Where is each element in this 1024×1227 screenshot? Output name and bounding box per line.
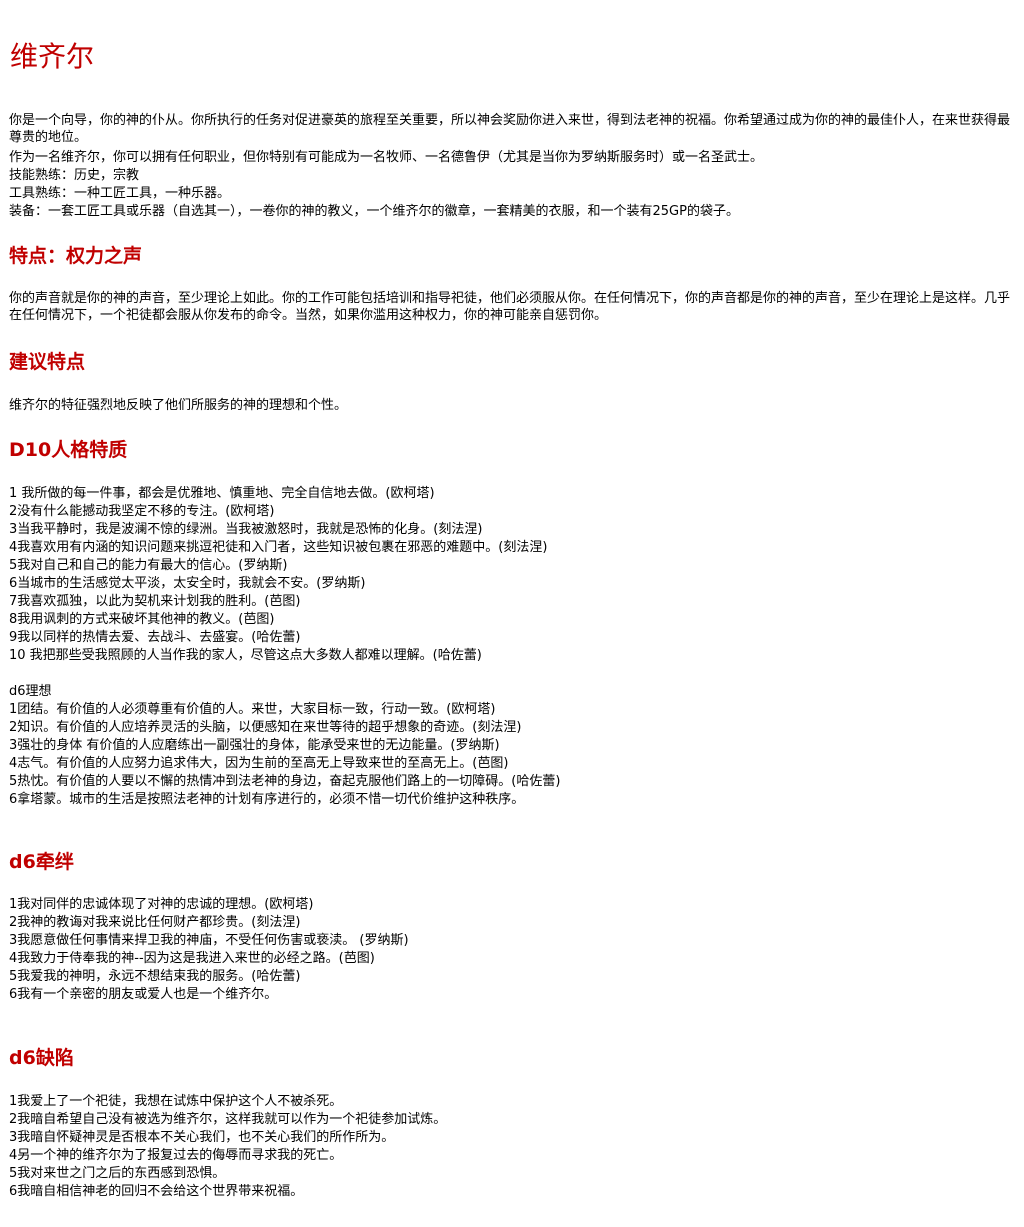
feature-paragraph: 你的声音就是你的神的声音，至少理论上如此。你的工作可能包括培训和指导祀徒，他们必… [9, 291, 1011, 323]
ideals-label: d6理想 [9, 684, 52, 699]
ideals-list: 1团结。有价值的人必须尊重有价值的人。来世，大家目标一致，行动一致。(欧柯塔) … [9, 701, 560, 809]
list-item: 4我致力于侍奉我的神--因为这是我进入来世的必经之路。(芭图) [9, 951, 375, 966]
list-item: 5我爱我的神明，永远不想结束我的服务。(哈佐蕾) [9, 969, 301, 984]
list-item: 6拿塔蒙。城市的生活是按照法老神的计划有序进行的，必须不惜一切代价维护这种秩序。 [9, 792, 525, 807]
list-item: 3强壮的身体 有价值的人应磨练出一副强壮的身体，能承受来世的无边能量。(罗纳斯) [9, 738, 500, 753]
list-item: 2我神的教诲对我来说比任何财产都珍贵。(刻法涅) [9, 915, 301, 930]
flaws-heading: d6缺陷 [9, 1047, 74, 1069]
bonds-list: 1我对同伴的忠诚体现了对神的忠诚的理想。(欧柯塔) 2我神的教诲对我来说比任何财… [9, 896, 409, 1004]
feature-heading: 特点：权力之声 [9, 245, 143, 267]
list-item: 2我暗自希望自己没有被选为维齐尔，这样我就可以作为一个祀徒参加试炼。 [9, 1112, 447, 1127]
intro-line: 作为一名维齐尔，你可以拥有任何职业，但你特别有可能成为一名牧师、一名德鲁伊（尤其… [9, 150, 764, 165]
intro-paragraph: 你是一个向导，你的神的仆从。你所执行的任务对促进豪英的旅程至关重要，所以神会奖励… [9, 113, 1011, 145]
list-item: 6我暗自相信神老的回归不会给这个世界带来祝福。 [9, 1184, 304, 1199]
suggested-text: 维齐尔的特征强烈地反映了他们所服务的神的理想和个性。 [9, 398, 348, 413]
personality-heading: D10人格特质 [9, 439, 128, 461]
list-item: 9我以同样的热情去爱、去战斗、去盛宴。(哈佐蕾) [9, 630, 301, 645]
list-item: 2没有什么能撼动我坚定不移的专注。(欧柯塔) [9, 504, 275, 519]
intro-line: 工具熟练：一种工匠工具，一种乐器。 [9, 186, 231, 201]
flaws-list: 1我爱上了一个祀徒，我想在试炼中保护这个人不被杀死。 2我暗自希望自己没有被选为… [9, 1093, 446, 1201]
list-item: 4志气。有价值的人应努力追求伟大，因为生前的至高无上导致来世的至高无上。(芭图) [9, 756, 509, 771]
list-item: 3我暗自怀疑神灵是否根本不关心我们，也不关心我们的所作所为。 [9, 1130, 395, 1145]
intro-line: 技能熟练：历史，宗教 [9, 168, 140, 183]
bonds-heading: d6牵绊 [9, 851, 74, 873]
intro-line: 装备：一套工匠工具或乐器（自选其一），一卷你的神的教义，一个维齐尔的徽章，一套精… [9, 204, 739, 219]
list-item: 4另一个神的维齐尔为了报复过去的侮辱而寻求我的死亡。 [9, 1148, 343, 1163]
list-item: 3我愿意做任何事情来捍卫我的神庙，不受任何伤害或亵渎。 (罗纳斯) [9, 933, 409, 948]
list-item: 6当城市的生活感觉太平淡，太安全时，我就会不安。(罗纳斯) [9, 576, 366, 591]
list-item: 5我对来世之门之后的东西感到恐惧。 [9, 1166, 226, 1181]
suggested-heading: 建议特点 [9, 351, 86, 373]
list-item: 1我对同伴的忠诚体现了对神的忠诚的理想。(欧柯塔) [9, 897, 314, 912]
list-item: 2知识。有价值的人应培养灵活的头脑，以便感知在来世等待的超乎想象的奇迹。(刻法涅… [9, 720, 522, 735]
personality-list: 1 我所做的每一件事，都会是优雅地、慎重地、完全自信地去做。(欧柯塔) 2没有什… [9, 485, 547, 665]
list-item: 1团结。有价值的人必须尊重有价值的人。来世，大家目标一致，行动一致。(欧柯塔) [9, 702, 496, 717]
page-title: 维齐尔 [10, 40, 95, 73]
list-item: 1 我所做的每一件事，都会是优雅地、慎重地、完全自信地去做。(欧柯塔) [9, 486, 435, 501]
list-item: 7我喜欢孤独，以此为契机来计划我的胜利。(芭图) [9, 594, 301, 609]
document-page: 维齐尔 你是一个向导，你的神的仆从。你所执行的任务对促进豪英的旅程至关重要，所以… [0, 0, 1024, 1227]
list-item: 1我爱上了一个祀徒，我想在试炼中保护这个人不被杀死。 [9, 1094, 343, 1109]
list-item: 8我用讽刺的方式来破坏其他神的教义。(芭图) [9, 612, 275, 627]
list-item: 10 我把那些受我照顾的人当作我的家人，尽管这点大多数人都难以理解。(哈佐蕾) [9, 648, 482, 663]
list-item: 5热忱。有价值的人要以不懈的热情冲到法老神的身边，奋起克服他们路上的一切障碍。(… [9, 774, 561, 789]
list-item: 5我对自己和自己的能力有最大的信心。(罗纳斯) [9, 558, 288, 573]
list-item: 6我有一个亲密的朋友或爱人也是一个维齐尔。 [9, 987, 278, 1002]
list-item: 4我喜欢用有内涵的知识问题来挑逗祀徒和入门者，这些知识被包裹在邪恶的难题中。(刻… [9, 540, 548, 555]
list-item: 3当我平静时，我是波澜不惊的绿洲。当我被激怒时，我就是恐怖的化身。(刻法涅) [9, 522, 483, 537]
